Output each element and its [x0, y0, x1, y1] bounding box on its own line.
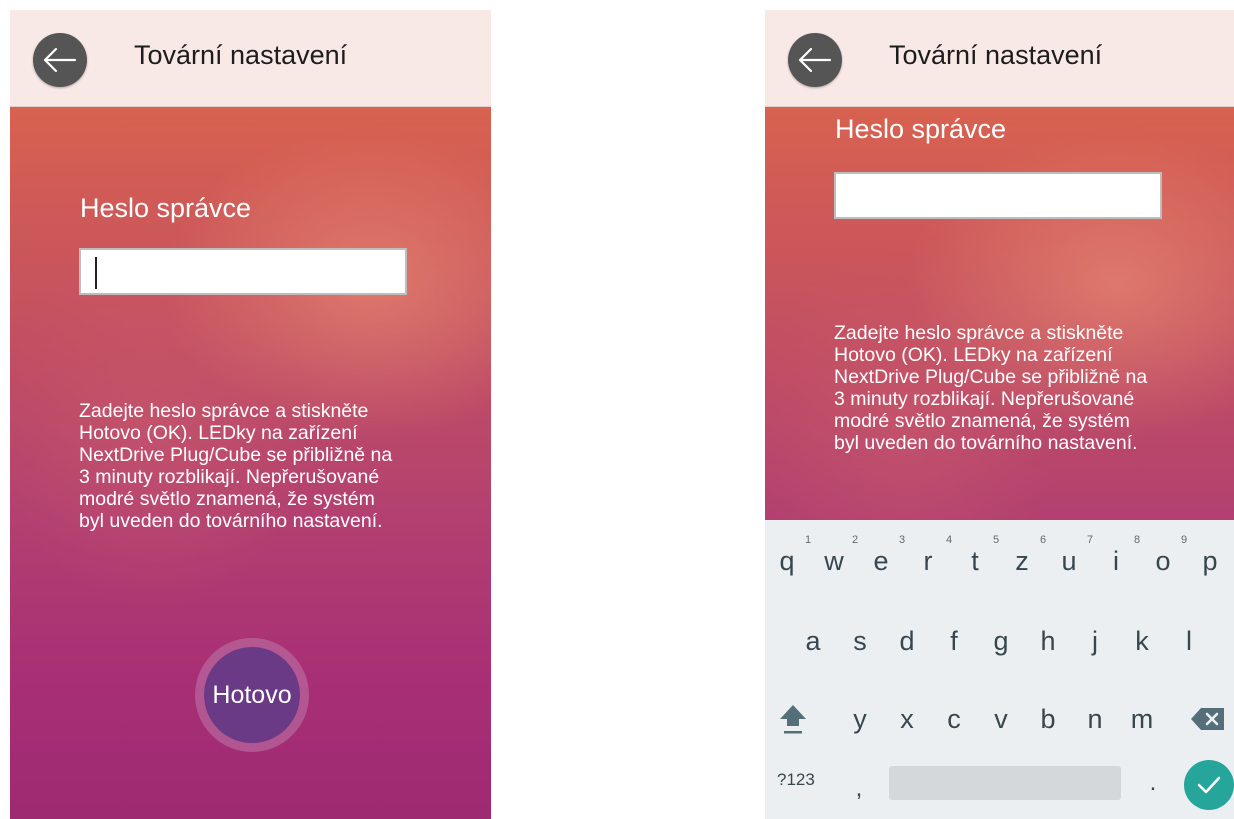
key-h[interactable]: h: [1028, 612, 1068, 670]
instructions-line: Hotovo (OK). LEDky na zařízení: [79, 422, 358, 444]
instructions-line: 3 minuty rozblikají. Nepřerušované: [834, 388, 1135, 410]
key-y[interactable]: y: [840, 690, 880, 748]
key-g[interactable]: g: [981, 612, 1021, 670]
backspace-key[interactable]: [1183, 690, 1233, 748]
key-z[interactable]: z: [1002, 532, 1042, 590]
enter-key[interactable]: [1184, 760, 1234, 810]
instructions-line: Hotovo (OK). LEDky na zařízení: [834, 344, 1113, 366]
key-t[interactable]: t: [955, 532, 995, 590]
back-arrow-icon: [798, 47, 832, 73]
key-k[interactable]: k: [1122, 612, 1162, 670]
instructions-text: Zadejte heslo správce a stiskněte Hotovo…: [79, 400, 392, 532]
key-b[interactable]: b: [1028, 690, 1068, 748]
page-title: Tovární nastavení: [889, 40, 1103, 70]
instructions-line: 3 minuty rozblikají. Nepřerušované: [79, 466, 380, 488]
shift-icon: [780, 705, 806, 734]
instructions-line: modré světlo znamená, že systém: [834, 410, 1130, 432]
page-title: Tovární nastavení: [134, 40, 348, 70]
period-key[interactable]: .: [1133, 754, 1173, 812]
screen-factory-reset-keyboard: Tovární nastavení Heslo správce Zadejte …: [765, 10, 1234, 819]
back-button[interactable]: [33, 33, 87, 87]
key-w[interactable]: w: [814, 532, 854, 590]
check-icon: [1197, 776, 1221, 794]
key-a[interactable]: a: [793, 612, 833, 670]
key-u[interactable]: u: [1049, 532, 1089, 590]
soft-keyboard: 1 2 3 4 5 6 7 8 9 q w e r t z u i o p a …: [765, 520, 1234, 819]
space-key[interactable]: [889, 766, 1121, 800]
title-bar: Tovární nastavení: [765, 10, 1234, 107]
instructions-line: byl uveden do továrního nastavení.: [834, 432, 1138, 454]
instructions-text: Zadejte heslo správce a stiskněte Hotovo…: [834, 322, 1147, 454]
key-o[interactable]: o: [1143, 532, 1183, 590]
backspace-icon: [1191, 708, 1224, 730]
key-n[interactable]: n: [1075, 690, 1115, 748]
key-r[interactable]: r: [908, 532, 948, 590]
key-v[interactable]: v: [981, 690, 1021, 748]
key-x[interactable]: x: [887, 690, 927, 748]
instructions-line: Zadejte heslo správce a stiskněte: [79, 400, 369, 422]
key-s[interactable]: s: [840, 612, 880, 670]
instructions-line: NextDrive Plug/Cube se přibližně na: [79, 444, 393, 466]
key-i[interactable]: i: [1096, 532, 1136, 590]
key-l[interactable]: l: [1169, 612, 1209, 670]
password-label: Heslo správce: [80, 193, 252, 223]
screen-factory-reset: Tovární nastavení Heslo správce Zadejte …: [10, 10, 491, 819]
key-d[interactable]: d: [887, 612, 927, 670]
key-j[interactable]: j: [1075, 612, 1115, 670]
instructions-line: NextDrive Plug/Cube se přibližně na: [834, 366, 1148, 388]
key-c[interactable]: c: [934, 690, 974, 748]
password-input[interactable]: [834, 172, 1162, 219]
instructions-line: byl uveden do továrního nastavení.: [79, 510, 383, 532]
password-input[interactable]: [79, 248, 407, 295]
key-q[interactable]: q: [767, 532, 807, 590]
key-p[interactable]: p: [1190, 532, 1230, 590]
instructions-line: Zadejte heslo správce a stiskněte: [834, 322, 1124, 344]
symbols-key[interactable]: ?123: [777, 770, 815, 790]
back-button[interactable]: [788, 33, 842, 87]
title-bar: Tovární nastavení: [10, 10, 491, 107]
key-f[interactable]: f: [934, 612, 974, 670]
back-arrow-icon: [43, 47, 77, 73]
instructions-line: modré světlo znamená, že systém: [79, 488, 375, 510]
key-e[interactable]: e: [861, 532, 901, 590]
password-label: Heslo správce: [835, 114, 1007, 144]
shift-key[interactable]: [773, 690, 813, 748]
text-caret: [95, 257, 97, 289]
key-m[interactable]: m: [1122, 690, 1162, 748]
comma-key[interactable]: ,: [839, 760, 879, 818]
done-button[interactable]: Hotovo: [204, 647, 300, 743]
